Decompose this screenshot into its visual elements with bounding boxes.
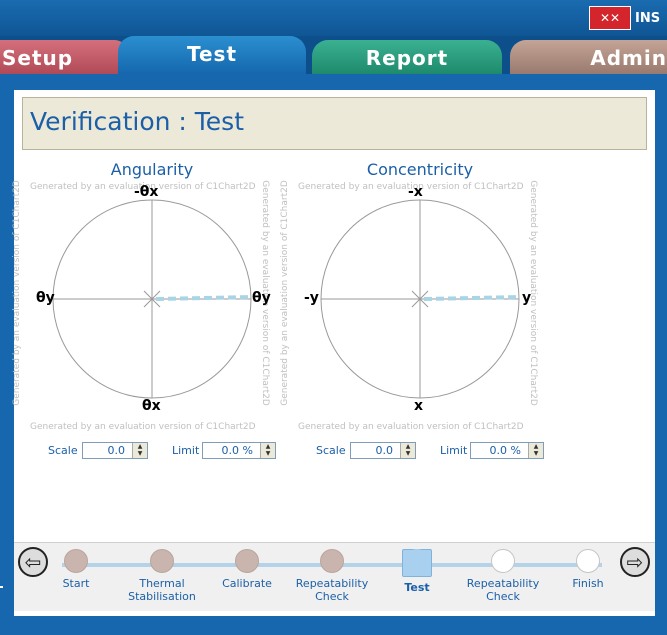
top-bar: ✕✕ INS [0,0,667,36]
step-label: Calibrate [222,577,272,590]
step-repeatability-check-2[interactable]: Repeatability Check [463,549,543,603]
step-label: Start [62,577,90,590]
arrow-right-icon: ⇨ [626,550,644,574]
angularity-chart: Angularity Generated by an evaluation ve… [12,160,282,434]
axis-label-bottom: x [414,398,424,414]
tab-report[interactable]: Report [312,40,502,74]
limit-stepper[interactable]: ▲ ▼ [260,443,275,458]
tab-admin[interactable]: Admin [510,40,667,74]
scale-stepper[interactable]: ▲ ▼ [400,443,415,458]
step-dot [150,549,174,573]
title-box: Verification : Test [22,97,647,150]
angularity-polar-plot [52,199,252,399]
watermark-left: Generated by an evaluation version of C1… [279,180,290,406]
main-tabs: Setup Test Report Admin [0,36,667,74]
axis-label-bottom: θx [142,398,161,414]
angularity-controls: Scale 0.0 ▲ ▼ Limit 0.0 % ▲ ▼ [22,442,282,462]
content-frame: Verification : Test Angularity Generated… [0,74,667,635]
limit-label: Limit [440,444,468,457]
axis-label-right: θy [252,290,271,306]
step-start[interactable]: Start [36,549,116,590]
step-thermal-stabilisation[interactable]: Thermal Stabilisation [122,549,202,603]
brand-logo: ✕✕ INS [589,6,667,30]
axis-label-top: -x [408,184,423,200]
tab-setup[interactable]: Setup [0,40,130,74]
step-label: Finish [572,577,604,590]
step-test[interactable]: Test [377,549,457,594]
limit-value: 0.0 % [489,444,521,457]
watermark-left: Generated by an evaluation version of C1… [11,180,22,406]
test-panel: Verification : Test Angularity Generated… [12,90,655,616]
logo-text: INS [635,10,661,26]
step-dot [64,549,88,573]
scale-value: 0.0 [107,444,126,457]
step-dot-active [402,549,432,577]
tab-test[interactable]: Test [118,36,306,74]
step-calibrate[interactable]: Calibrate [207,549,287,590]
limit-stepper[interactable]: ▲ ▼ [528,443,543,458]
limit-spinner[interactable]: 0.0 % ▲ ▼ [202,442,276,459]
axis-label-left: -y [304,290,319,306]
limit-label: Limit [172,444,200,457]
step-label: Repeatability Check [466,577,540,603]
step-label: Test [404,581,430,594]
scale-label: Scale [48,444,78,457]
scale-spinner[interactable]: 0.0 ▲ ▼ [350,442,416,459]
axis-label-right: y [522,290,532,306]
logo-mark-icon: ✕✕ [589,6,631,30]
scale-label: Scale [316,444,346,457]
step-finish[interactable]: Finish [548,549,628,590]
page-title: Verification : Test [30,107,245,136]
step-dot [235,549,259,573]
step-navigator: ⇦ ⇨ Start Thermal Stabilisation Calibrat… [14,542,655,611]
concentricity-chart: Concentricity Generated by an evaluation… [280,160,550,434]
step-dot [491,549,515,573]
limit-value: 0.0 % [221,444,253,457]
concentricity-controls: Scale 0.0 ▲ ▼ Limit 0.0 % ▲ ▼ [290,442,550,462]
limit-spinner[interactable]: 0.0 % ▲ ▼ [470,442,544,459]
step-repeatability-check-1[interactable]: Repeatability Check [292,549,372,603]
concentricity-polar-plot [320,199,520,399]
step-label: Repeatability Check [295,577,369,603]
step-label: Thermal Stabilisation [128,577,196,603]
scale-spinner[interactable]: 0.0 ▲ ▼ [82,442,148,459]
step-dot [576,549,600,573]
scale-value: 0.0 [375,444,394,457]
axis-label-left: θy [36,290,55,306]
step-dot [320,549,344,573]
scale-stepper[interactable]: ▲ ▼ [132,443,147,458]
side-marker [0,586,3,588]
axis-label-top: -θx [134,184,159,200]
